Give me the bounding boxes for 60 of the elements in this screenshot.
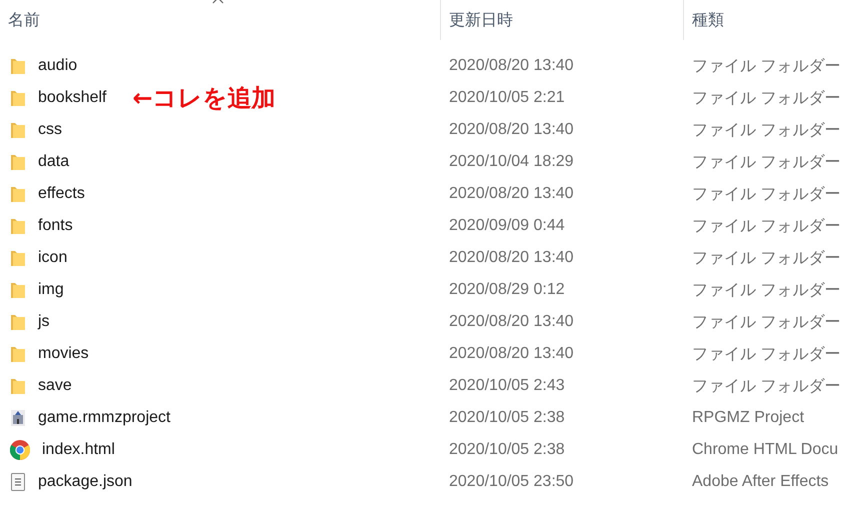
folder-icon	[10, 153, 26, 171]
folder-icon	[10, 121, 26, 139]
file-name[interactable]: audio	[38, 57, 78, 75]
folder-icon	[10, 185, 26, 203]
file-name[interactable]: bookshelf	[38, 89, 106, 107]
file-name[interactable]: js	[38, 313, 50, 331]
file-type: ファイル フォルダー	[692, 344, 840, 364]
modified-date: 2020/08/20 13:40	[449, 57, 574, 75]
file-name[interactable]: effects	[38, 185, 85, 203]
file-type: ファイル フォルダー	[692, 280, 840, 300]
file-type: ファイル フォルダー	[692, 248, 840, 268]
file-type: ファイル フォルダー	[692, 120, 840, 140]
folder-icon	[10, 249, 26, 267]
modified-date: 2020/10/05 2:38	[449, 409, 565, 427]
modified-date: 2020/08/20 13:40	[449, 313, 574, 331]
browser-icon	[10, 440, 30, 460]
annotation-text: ←コレを追加	[132, 83, 276, 114]
column-header[interactable]: 更新日時	[440, 0, 683, 40]
file-name[interactable]: movies	[38, 345, 89, 363]
file-type: ファイル フォルダー	[692, 184, 840, 204]
file-name[interactable]: game.rmmzproject	[38, 409, 170, 427]
folder-icon	[10, 217, 26, 235]
column-header[interactable]: 名前	[0, 0, 440, 40]
modified-date: 2020/09/09 0:44	[449, 217, 565, 235]
column-header[interactable]: 種類	[683, 0, 852, 40]
modified-date: 2020/08/20 13:40	[449, 345, 574, 363]
file-name[interactable]: css	[38, 121, 62, 139]
file-type: ファイル フォルダー	[692, 312, 840, 332]
file-type: ファイル フォルダー	[692, 376, 840, 396]
file-type: RPGMZ Project	[692, 409, 804, 427]
folder-icon	[10, 345, 26, 363]
document-icon	[10, 473, 26, 491]
folder-icon	[10, 377, 26, 395]
modified-date: 2020/08/20 13:40	[449, 249, 574, 267]
modified-date: 2020/10/04 18:29	[449, 153, 574, 171]
file-name[interactable]: data	[38, 153, 70, 171]
file-type: Adobe After Effects	[692, 473, 829, 491]
modified-date: 2020/08/20 13:40	[449, 121, 574, 139]
file-type: ファイル フォルダー	[692, 56, 840, 76]
modified-date: 2020/10/05 2:38	[449, 441, 565, 459]
file-name[interactable]: img	[38, 281, 64, 299]
modified-date: 2020/10/05 2:21	[449, 89, 565, 107]
file-name[interactable]: index.html	[42, 441, 115, 459]
castle-icon	[10, 409, 26, 427]
folder-icon	[10, 281, 26, 299]
modified-date: 2020/08/29 0:12	[449, 281, 565, 299]
modified-date: 2020/10/05 2:43	[449, 377, 565, 395]
modified-date: 2020/10/05 23:50	[449, 473, 574, 491]
file-type: ファイル フォルダー	[692, 216, 840, 236]
file-name[interactable]: fonts	[38, 217, 73, 235]
file-type: Chrome HTML Docu	[692, 441, 838, 459]
folder-icon	[10, 57, 26, 75]
modified-date: 2020/08/20 13:40	[449, 185, 574, 203]
file-name[interactable]: icon	[38, 249, 68, 267]
folder-icon	[10, 313, 26, 331]
folder-icon	[10, 89, 26, 107]
file-name[interactable]: package.json	[38, 473, 132, 491]
file-type: ファイル フォルダー	[692, 88, 840, 108]
file-type: ファイル フォルダー	[692, 152, 840, 172]
file-name[interactable]: save	[38, 377, 72, 395]
